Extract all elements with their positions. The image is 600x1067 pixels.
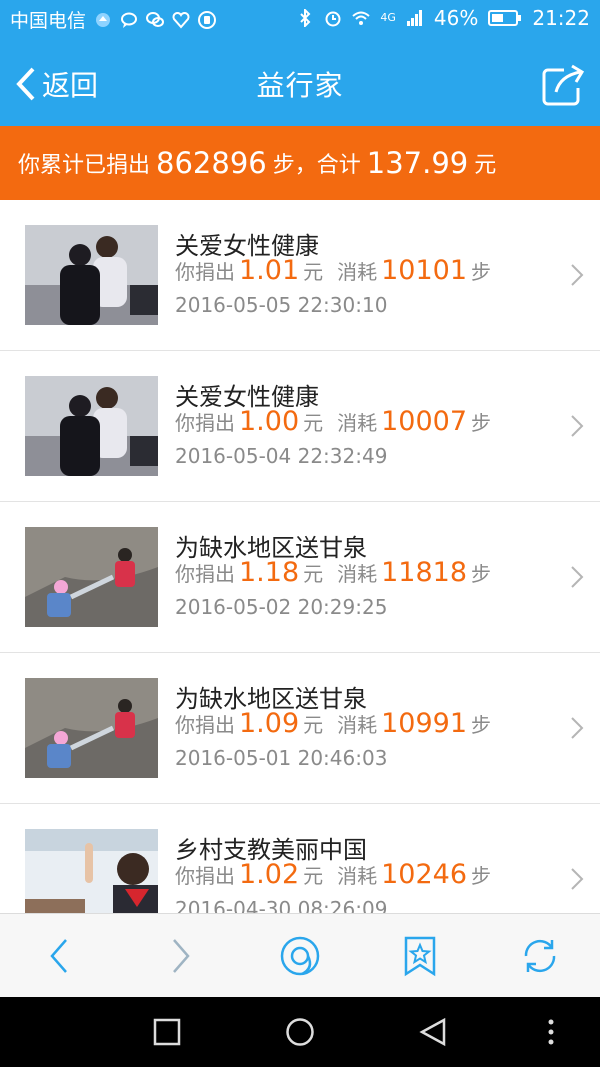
donation-time: 2016-05-05 22:30:10 [175,293,388,317]
consume-label: 消耗 [337,260,378,284]
amount-unit: 元 [303,260,324,284]
browser-toolbar [0,913,600,997]
carrier-badge-icon [96,12,111,27]
donation-amount: 1.00 [239,406,300,437]
consume-label: 消耗 [337,411,378,435]
alarm-icon [325,11,341,27]
battery-percent: 46% [433,6,479,30]
back-triangle-icon[interactable] [418,1017,448,1047]
donation-amount: 1.01 [239,255,300,286]
bluetooth-icon [300,9,311,27]
donate-label: 你捐出 [175,562,235,586]
clock: 21:22 [532,6,590,30]
chevron-right-icon [571,415,584,437]
forward-arrow-icon[interactable] [158,934,202,978]
bookmark-star-icon[interactable] [398,934,442,978]
donation-amount: 1.09 [239,708,300,739]
summary-amount-unit: 元 [474,153,497,178]
steps-unit: 步 [471,864,492,888]
heart-icon [172,11,190,29]
donate-label: 你捐出 [175,713,235,737]
donation-time: 2016-04-30 08:26:09 [175,897,388,913]
hand-icon [198,10,217,29]
donation-steps: 11818 [381,557,468,588]
donation-amount: 1.02 [239,859,300,890]
system-nav-bar [0,997,600,1067]
donation-time: 2016-05-04 22:32:49 [175,444,388,468]
wechat-icon [146,11,165,27]
donation-steps: 10101 [381,255,468,286]
donation-detail: 你捐出 1.00 元 消耗 10007 步 [175,406,491,437]
steps-unit: 步 [471,713,492,737]
wifi-icon [352,11,371,25]
amount-unit: 元 [303,562,324,586]
donation-steps: 10991 [381,708,468,739]
summary-steps: 862896 [156,146,267,180]
chevron-right-icon [571,264,584,286]
more-dots-icon[interactable] [536,1017,566,1047]
steps-unit: 步 [471,260,492,284]
donation-amount: 1.18 [239,557,300,588]
water-photo-thumbnail [25,527,158,627]
chat-icon [121,12,138,28]
donation-steps: 10246 [381,859,468,890]
donate-label: 你捐出 [175,260,235,284]
steps-unit: 步 [471,562,492,586]
donate-label: 你捐出 [175,411,235,435]
battery-icon [488,10,522,26]
status-bar: 中国电信 4G 46% 21:22 [0,0,600,42]
nav-bar: 返回 益行家 [0,42,600,126]
donation-time: 2016-05-01 20:46:03 [175,746,388,770]
home-circle-icon[interactable] [285,1017,315,1047]
list-item[interactable]: 为缺水地区送甘泉 你捐出 1.09 元 消耗 10991 步 2016-05-0… [0,653,600,804]
classroom-photo-thumbnail [25,829,158,913]
water-photo-thumbnail [25,678,158,778]
list-item[interactable]: 为缺水地区送甘泉 你捐出 1.18 元 消耗 11818 步 2016-05-0… [0,502,600,653]
donation-time: 2016-05-02 20:29:25 [175,595,388,619]
hug-photo-thumbnail [25,225,158,325]
share-icon[interactable] [540,62,586,108]
back-arrow-icon[interactable] [38,934,82,978]
donation-detail: 你捐出 1.09 元 消耗 10991 步 [175,708,491,739]
chevron-right-icon [571,868,584,890]
consume-label: 消耗 [337,562,378,586]
status-right: 4G 46% 21:22 [296,6,590,30]
consume-label: 消耗 [337,864,378,888]
summary-prefix: 你累计已捐出 [18,153,151,178]
status-left: 中国电信 [10,6,217,33]
donation-list: 关爱女性健康 你捐出 1.01 元 消耗 10101 步 2016-05-05 … [0,200,600,913]
steps-unit: 步 [471,411,492,435]
qq-browser-icon[interactable] [278,934,322,978]
hug-photo-thumbnail [25,376,158,476]
recents-square-icon[interactable] [152,1017,182,1047]
chevron-right-icon [571,717,584,739]
list-item[interactable]: 乡村支教美丽中国 你捐出 1.02 元 消耗 10246 步 2016-04-3… [0,804,600,913]
donation-detail: 你捐出 1.01 元 消耗 10101 步 [175,255,491,286]
page-title: 益行家 [256,69,344,102]
donation-steps: 10007 [381,406,468,437]
donate-label: 你捐出 [175,864,235,888]
donation-detail: 你捐出 1.02 元 消耗 10246 步 [175,859,491,890]
carrier-label: 中国电信 [10,10,87,32]
consume-label: 消耗 [337,713,378,737]
donation-summary-banner: 你累计已捐出 862896 步，合计 137.99 元 [0,126,600,200]
signal-icon [406,10,422,26]
amount-unit: 元 [303,864,324,888]
network-type: 4G [380,11,396,24]
list-item[interactable]: 关爱女性健康 你捐出 1.01 元 消耗 10101 步 2016-05-05 … [0,200,600,351]
list-item[interactable]: 关爱女性健康 你捐出 1.00 元 消耗 10007 步 2016-05-04 … [0,351,600,502]
donation-detail: 你捐出 1.18 元 消耗 11818 步 [175,557,491,588]
amount-unit: 元 [303,713,324,737]
summary-amount: 137.99 [366,146,469,180]
summary-steps-unit: 步，合计 [272,153,361,178]
refresh-icon[interactable] [518,934,562,978]
chevron-right-icon [571,566,584,588]
amount-unit: 元 [303,411,324,435]
